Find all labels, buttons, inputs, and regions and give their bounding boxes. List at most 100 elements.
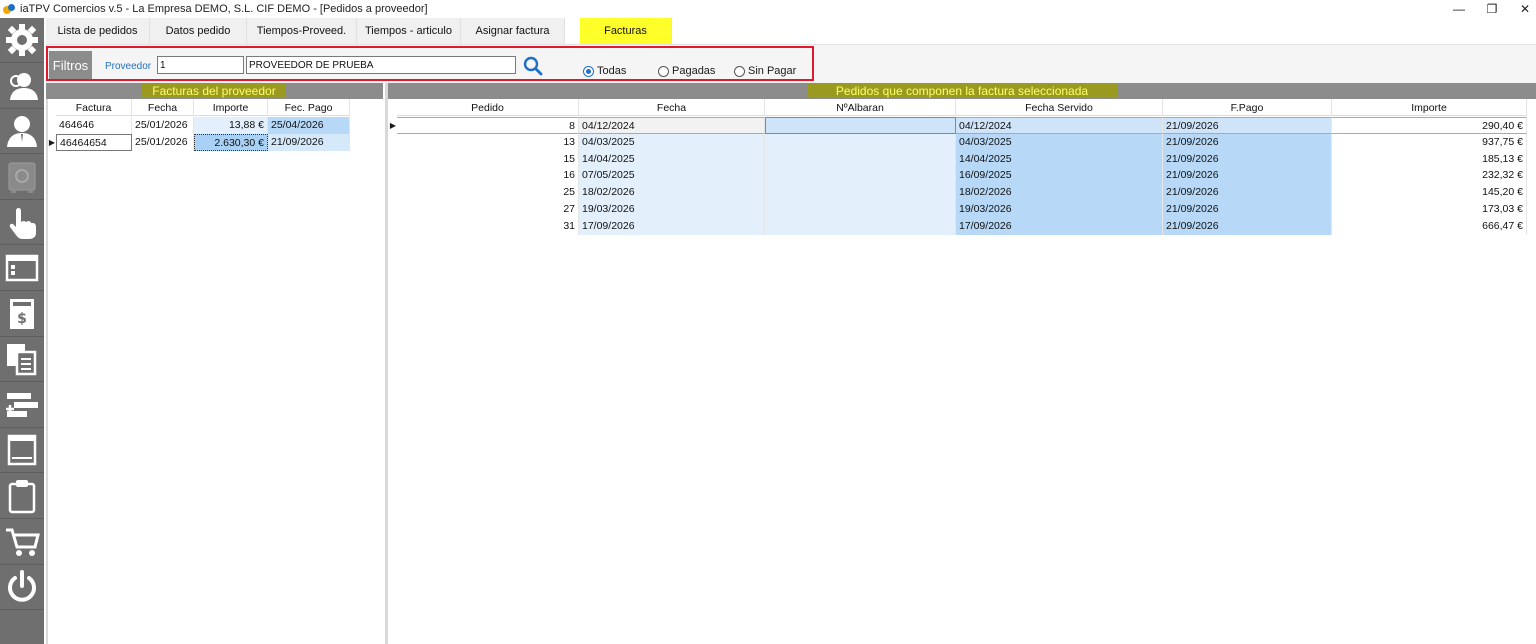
order-row[interactable]: 13 04/03/2025 04/03/2025 21/09/2026 937,75 € xyxy=(397,133,1527,151)
order-cell-albaran[interactable] xyxy=(765,201,956,218)
orders-col-header[interactable]: Fecha xyxy=(579,99,765,116)
invoices-col-header[interactable]: Factura xyxy=(56,99,132,116)
order-cell-f-pago[interactable]: 21/09/2026 xyxy=(1163,184,1332,202)
order-cell-pedido[interactable]: 27 xyxy=(397,201,579,218)
order-cell-importe[interactable]: 145,20 € xyxy=(1332,184,1527,202)
order-cell-f-pago[interactable]: 21/09/2026 xyxy=(1163,150,1332,168)
invoice-cell-fecha[interactable]: 25/01/2026 xyxy=(132,134,194,151)
order-cell-fecha-servido[interactable]: 19/03/2026 xyxy=(956,201,1163,218)
invoice-cell-fec-pago[interactable]: 21/09/2026 xyxy=(268,134,350,151)
sidebar-button-cart[interactable] xyxy=(0,520,44,565)
order-cell-albaran[interactable] xyxy=(765,133,956,151)
order-cell-fecha-servido[interactable]: 04/03/2025 xyxy=(956,133,1163,151)
order-cell-fecha-servido[interactable]: 18/02/2026 xyxy=(956,184,1163,202)
order-cell-fecha-servido[interactable]: 16/09/2025 xyxy=(956,167,1163,185)
order-cell-pedido[interactable]: 16 xyxy=(397,167,579,185)
order-cell-pedido[interactable]: 25 xyxy=(397,184,579,202)
order-cell-f-pago[interactable]: 21/09/2026 xyxy=(1163,133,1332,151)
order-cell-fecha[interactable]: 04/03/2025 xyxy=(579,133,765,151)
sidebar-button-invoice[interactable]: $ xyxy=(0,292,44,337)
invoice-row[interactable]: 464646 25/01/2026 13,88 €25/04/2026 xyxy=(56,117,350,134)
order-cell-importe[interactable]: 185,13 € xyxy=(1332,150,1527,168)
search-button[interactable] xyxy=(521,55,545,77)
order-cell-importe[interactable]: 666,47 € xyxy=(1332,217,1527,235)
orders-col-header[interactable]: Fecha Servido xyxy=(956,99,1163,116)
order-cell-f-pago[interactable]: 21/09/2026 xyxy=(1163,167,1332,185)
order-row[interactable]: 25 18/02/2026 18/02/2026 21/09/2026 145,20 € xyxy=(397,184,1527,202)
provider-label: Proveedor xyxy=(105,61,152,72)
invoice-cell-importe[interactable]: 13,88 € xyxy=(194,117,268,134)
sidebar-button-gear[interactable] xyxy=(0,18,44,63)
orders-col-header[interactable]: F.Pago xyxy=(1163,99,1332,116)
order-row[interactable]: 8 04/12/2024 04/12/2024 21/09/2026 290,40 € xyxy=(397,117,1527,134)
tab-lista-de-pedidos[interactable]: Lista de pedidos xyxy=(46,18,150,44)
invoice-cell-fec-pago[interactable]: 25/04/2026 xyxy=(268,117,350,134)
order-cell-albaran[interactable] xyxy=(765,184,956,202)
sidebar-button-add-list[interactable] xyxy=(0,383,44,428)
order-cell-fecha[interactable]: 19/03/2026 xyxy=(579,201,765,218)
order-cell-importe[interactable]: 937,75 € xyxy=(1332,133,1527,151)
invoices-col-header[interactable]: Fecha xyxy=(132,99,194,116)
order-cell-f-pago[interactable]: 21/09/2026 xyxy=(1163,117,1332,134)
close-button[interactable]: ✕ xyxy=(1502,0,1536,18)
order-cell-fecha-servido[interactable]: 17/09/2026 xyxy=(956,217,1163,235)
provider-name-input[interactable] xyxy=(246,56,516,74)
order-row[interactable]: 27 19/03/2026 19/03/2026 21/09/2026 173,03 € xyxy=(397,201,1527,218)
order-cell-importe[interactable]: 232,32 € xyxy=(1332,167,1527,185)
radio-sin-pagar[interactable]: Sin Pagar xyxy=(734,65,796,77)
tab-asignar-factura[interactable]: Asignar factura xyxy=(461,18,565,44)
order-cell-albaran[interactable] xyxy=(765,217,956,235)
invoices-col-header[interactable]: Importe xyxy=(194,99,268,116)
invoice-cell-importe[interactable]: 2.630,30 € xyxy=(194,134,268,151)
invoice-cell-factura[interactable]: 464646 xyxy=(56,117,132,134)
sidebar-button-user[interactable] xyxy=(0,109,44,155)
invoice-cell-fecha[interactable]: 25/01/2026 xyxy=(132,117,194,134)
current-row-indicator: ▶ xyxy=(389,121,397,130)
order-cell-fecha[interactable]: 07/05/2025 xyxy=(579,167,765,185)
order-cell-fecha-servido[interactable]: 04/12/2024 xyxy=(956,117,1163,134)
order-cell-pedido[interactable]: 13 xyxy=(397,133,579,151)
provider-code-input[interactable] xyxy=(157,56,244,74)
order-cell-pedido[interactable]: 31 xyxy=(397,217,579,235)
order-cell-pedido[interactable]: 15 xyxy=(397,150,579,168)
app-logo-icon xyxy=(3,3,16,15)
sidebar-button-clipboard[interactable] xyxy=(0,474,44,519)
order-row[interactable]: 31 17/09/2026 17/09/2026 21/09/2026 666,47 € xyxy=(397,217,1527,235)
order-cell-fecha[interactable]: 04/12/2024 xyxy=(579,117,765,134)
order-cell-fecha[interactable]: 14/04/2025 xyxy=(579,150,765,168)
tab-tiempos-articulo[interactable]: Tiempos - articulo xyxy=(357,18,461,44)
orders-col-header[interactable]: Pedido xyxy=(397,99,579,116)
order-cell-fecha-servido[interactable]: 14/04/2025 xyxy=(956,150,1163,168)
invoice-cell-factura[interactable]: 46464654 xyxy=(56,134,132,151)
tab-tiempos-proveed[interactable]: Tiempos-Proveed. xyxy=(247,18,357,44)
order-cell-importe[interactable]: 290,40 € xyxy=(1332,117,1527,134)
order-cell-fecha[interactable]: 17/09/2026 xyxy=(579,217,765,235)
order-cell-f-pago[interactable]: 21/09/2026 xyxy=(1163,201,1332,218)
radio-pagadas[interactable]: Pagadas xyxy=(658,65,715,77)
order-cell-f-pago[interactable]: 21/09/2026 xyxy=(1163,217,1332,235)
tab-strip: Lista de pedidos Datos pedido Tiempos-Prov… xyxy=(46,18,672,44)
order-cell-albaran[interactable] xyxy=(765,117,956,134)
orders-col-header[interactable]: NºAlbaran xyxy=(765,99,956,116)
sidebar-button-safe[interactable] xyxy=(0,155,44,200)
radio-todas[interactable]: Todas xyxy=(583,65,626,77)
order-cell-albaran[interactable] xyxy=(765,167,956,185)
order-row[interactable]: 15 14/04/2025 14/04/2025 21/09/2026 185,13 € xyxy=(397,150,1527,168)
tab-datos-pedido[interactable]: Datos pedido xyxy=(150,18,247,44)
order-cell-importe[interactable]: 173,03 € xyxy=(1332,201,1527,218)
sidebar-button-users[interactable] xyxy=(0,64,44,109)
sidebar-button-power[interactable] xyxy=(0,565,44,611)
sidebar-button-copy-document[interactable] xyxy=(0,337,44,383)
invoices-col-header[interactable]: Fec. Pago xyxy=(268,99,350,116)
sidebar-button-window[interactable] xyxy=(0,246,44,291)
sidebar-button-panel[interactable] xyxy=(0,428,44,474)
orders-col-header[interactable]: Importe xyxy=(1332,99,1527,116)
sidebar-button-hand-pointer[interactable] xyxy=(0,200,44,246)
order-row[interactable]: 16 07/05/2025 16/09/2025 21/09/2026 232,32 € xyxy=(397,167,1527,185)
order-cell-pedido[interactable]: 8 xyxy=(397,117,579,134)
tab-facturas[interactable]: Facturas xyxy=(580,18,672,44)
panel-splitter[interactable] xyxy=(385,83,388,644)
invoice-row[interactable]: 46464654 25/01/2026 2.630,30 €21/09/2026 xyxy=(56,134,350,151)
order-cell-fecha[interactable]: 18/02/2026 xyxy=(579,184,765,202)
order-cell-albaran[interactable] xyxy=(765,150,956,168)
